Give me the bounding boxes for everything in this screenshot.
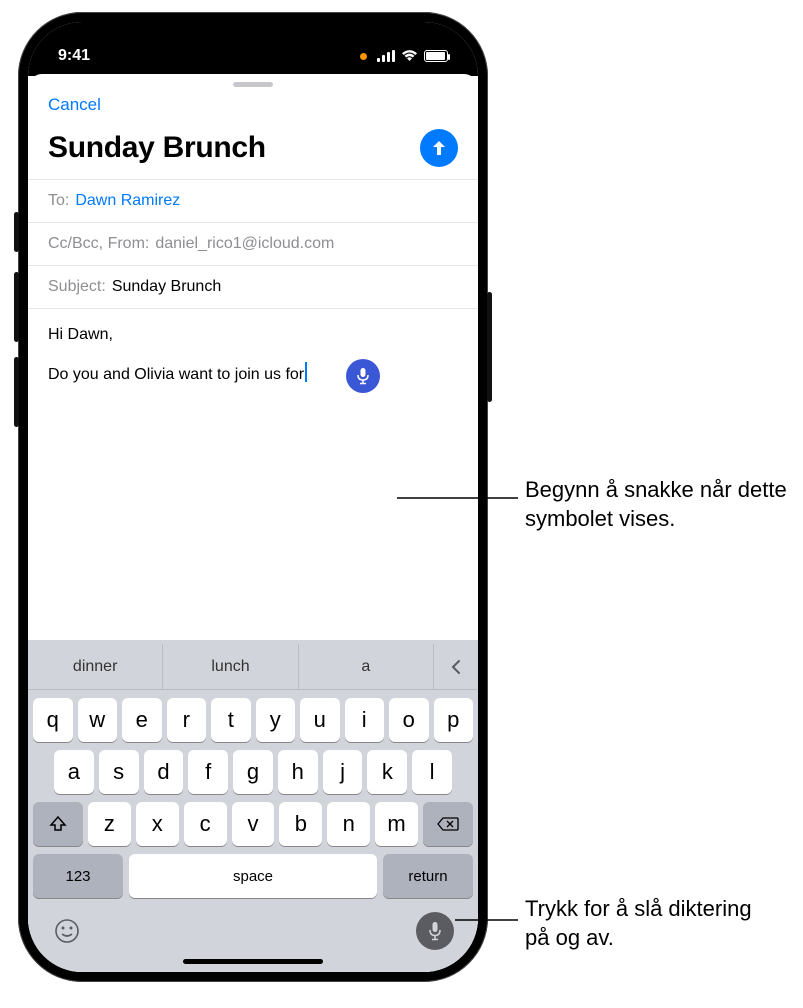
callout-leader-lines xyxy=(0,0,803,1008)
dynamic-island xyxy=(188,36,318,70)
